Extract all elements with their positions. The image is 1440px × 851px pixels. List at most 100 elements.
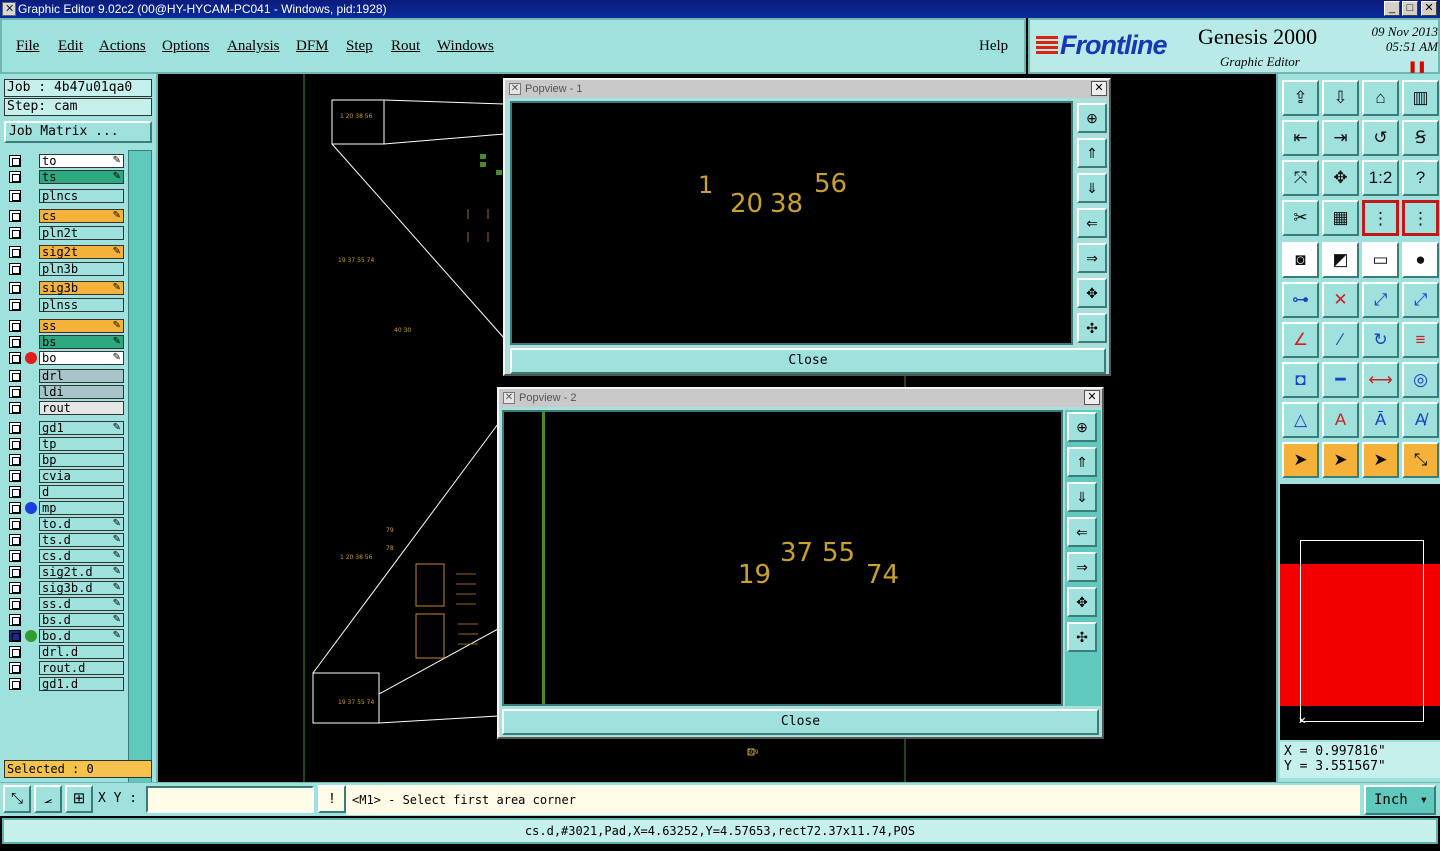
layer-checkbox[interactable] [9,386,21,398]
center-icon[interactable]: ✥ [1322,160,1359,196]
layer-name[interactable]: mp [39,501,124,515]
layer-checkbox[interactable] [9,646,21,658]
layer-checkbox[interactable] [9,282,21,294]
angle-icon[interactable]: ∠ [1282,322,1319,358]
zoom-in-icon[interactable]: ⊕ [1077,103,1107,133]
layer-name[interactable]: d [39,485,124,499]
layer-checkbox[interactable] [9,402,21,414]
layer-row-to[interactable]: to ✎ [4,154,124,168]
menu-step[interactable]: Step [346,38,373,55]
layer-row-sig2t.d[interactable]: sig2t.d ✎ [4,565,124,579]
help-icon[interactable]: ? [1402,160,1439,196]
layer-name[interactable]: sig3b.d [39,581,124,595]
pan-left-icon[interactable]: ⇐ [1077,208,1107,238]
circle-icon[interactable]: ● [1402,242,1439,278]
popview-1-close-icon[interactable]: ✕ [1091,81,1107,96]
layer-checkbox[interactable] [9,486,21,498]
a-cross-icon[interactable]: A̸ [1402,402,1439,438]
popview-1-close-button[interactable]: Close [510,348,1106,374]
window-icon[interactable]: ▥ [1402,80,1439,116]
layer-checkbox[interactable] [9,171,21,183]
job-matrix-button[interactable]: Job Matrix ... [4,121,152,143]
pointer-box-icon[interactable]: ➤ [1322,442,1359,478]
layer-row-bs[interactable]: bs ✎ [4,335,124,349]
menu-rout[interactable]: Rout [391,38,420,55]
layer-name[interactable]: plnss [39,298,124,312]
pan-right-icon[interactable]: ⇒ [1067,552,1097,582]
pad-red-icon[interactable]: ◘ [1282,362,1319,398]
layer-checkbox[interactable] [9,630,21,642]
popview-2-close-button[interactable]: Close [502,709,1099,735]
popview-2-screen[interactable]: 19 37 55 74 [502,410,1063,706]
a-icon[interactable]: A [1322,402,1359,438]
layer-row-cvia[interactable]: cvia [4,469,124,483]
popview-1-screen[interactable]: 1 20 38 56 [510,101,1073,345]
overview-viewport[interactable] [1300,540,1424,722]
layer-checkbox[interactable] [9,662,21,674]
layer-name[interactable]: drl.d [39,645,124,659]
zoom-out-icon[interactable]: ✣ [1067,622,1097,652]
xy-input[interactable] [146,786,314,813]
layer-name[interactable]: cs.d [39,549,124,563]
layer-name[interactable]: cs [39,209,124,223]
slash-icon[interactable]: ∕ [1322,322,1359,358]
layer-checkbox[interactable] [9,263,21,275]
layer-name[interactable]: gd1.d [39,677,124,691]
layer-name[interactable]: to [39,154,124,168]
pointer-icon[interactable]: ➤ [1282,442,1319,478]
layer-row-cs.d[interactable]: cs.d ✎ [4,549,124,563]
route-alt-icon[interactable]: ⋮ [1402,200,1439,236]
minus-icon[interactable]: ━ [1322,362,1359,398]
layer-checkbox[interactable] [9,534,21,546]
menu-actions[interactable]: Actions [99,38,146,55]
layer-checkbox[interactable] [9,614,21,626]
layer-name[interactable]: gd1 [39,421,124,435]
layer-checkbox[interactable] [9,246,21,258]
unit-selector[interactable]: Inch ▾ [1364,785,1436,815]
layer-name[interactable]: bp [39,453,124,467]
layer-row-ts[interactable]: ts ✎ [4,170,124,184]
layer-name[interactable]: pln2t [39,226,124,240]
layer-row-ss.d[interactable]: ss.d ✎ [4,597,124,611]
layer-checkbox[interactable] [9,582,21,594]
layer-name[interactable]: bo.d [39,629,124,643]
fit-icon[interactable]: ✥ [1077,278,1107,308]
layer-row-ldi[interactable]: ldi [4,385,124,399]
snap-icon[interactable]: ⤡ [3,785,31,813]
tools-icon[interactable]: ✂ [1282,200,1319,236]
menu-edit[interactable]: Edit [58,38,83,55]
layer-checkbox[interactable] [9,422,21,434]
s-curve-icon[interactable]: Ꞩ [1402,120,1439,156]
menu-file[interactable]: File [16,38,39,55]
layer-row-rout.d[interactable]: rout.d [4,661,124,675]
flip-icon[interactable]: ≡ [1402,322,1439,358]
blob-icon[interactable]: ◎ [1402,362,1439,398]
layer-row-to.d[interactable]: to.d ✎ [4,517,124,531]
layer-name[interactable]: rout [39,401,124,415]
layer-name[interactable]: ts [39,170,124,184]
layer-row-gd1.d[interactable]: gd1.d [4,677,124,691]
dot-line-icon[interactable]: ⤢ [1362,282,1399,318]
layer-row-ss[interactable]: ss ✎ [4,319,124,333]
layer-row-gd1[interactable]: gd1 ✎ [4,421,124,435]
menu-help[interactable]: Help [979,38,1008,55]
layer-name[interactable]: ts.d [39,533,124,547]
zoom-right-icon[interactable]: ⇥ [1322,120,1359,156]
overview-map[interactable]: ✕ [1280,484,1440,740]
layer-row-drl[interactable]: drl [4,369,124,383]
layer-name[interactable]: cvia [39,469,124,483]
pad-icon[interactable]: ◙ [1282,242,1319,278]
layer-checkbox[interactable] [9,352,21,364]
layer-name[interactable]: drl [39,369,124,383]
layer-row-pln2t[interactable]: pln2t [4,226,124,240]
layer-checkbox[interactable] [9,336,21,348]
zoom-left-icon[interactable]: ⇤ [1282,120,1319,156]
layer-name[interactable]: to.d [39,517,124,531]
layer-name[interactable]: tp [39,437,124,451]
pan-up-icon[interactable]: ⇑ [1067,447,1097,477]
layer-checkbox[interactable] [9,598,21,610]
layer-checkbox[interactable] [9,678,21,690]
layer-name[interactable]: ldi [39,385,124,399]
layer-checkbox[interactable] [9,190,21,202]
layer-row-drl.d[interactable]: drl.d [4,645,124,659]
